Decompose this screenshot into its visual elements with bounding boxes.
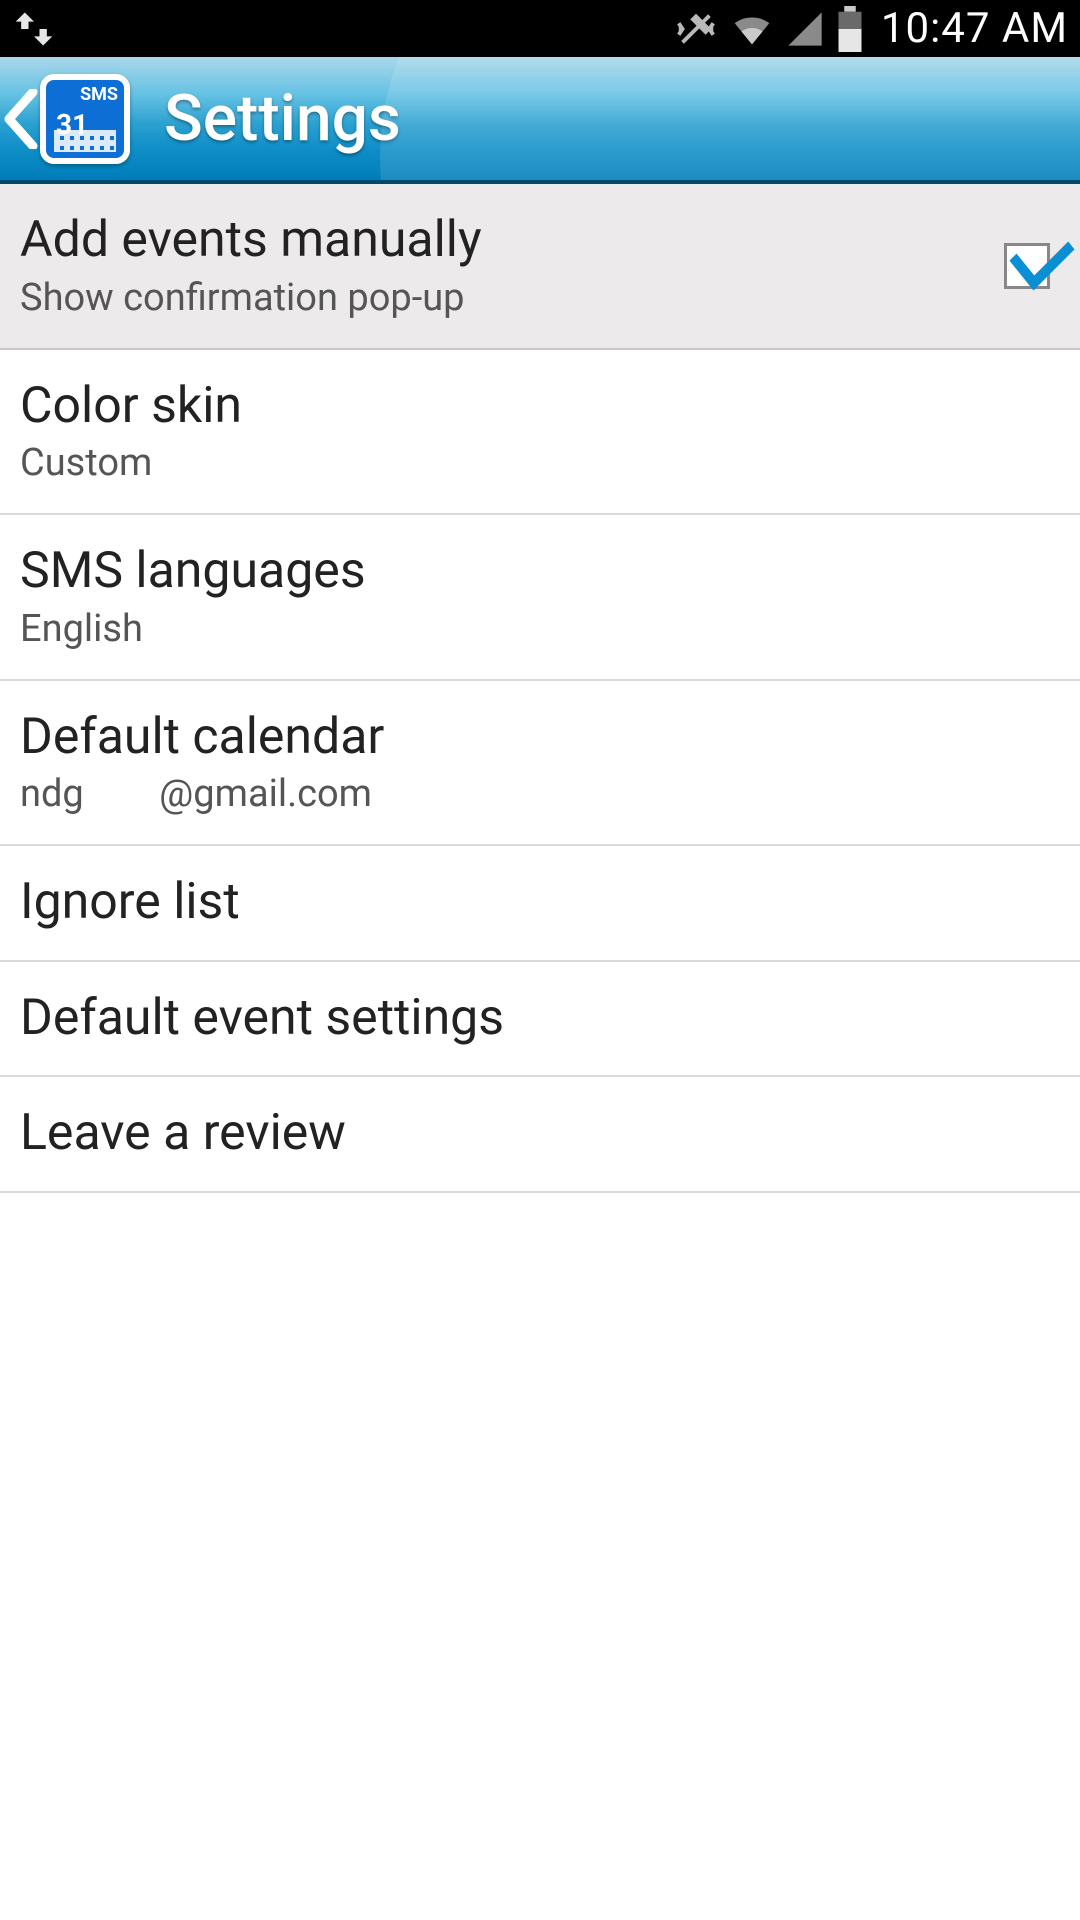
empty-space: [0, 1193, 1080, 1793]
setting-subtitle: ndg @gmail.com: [20, 772, 1060, 816]
setting-title: Ignore list: [20, 874, 1060, 932]
setting-ignore-list[interactable]: Ignore list: [0, 846, 1080, 962]
setting-title: Default calendar: [20, 709, 1060, 767]
back-button[interactable]: SMS31: [0, 57, 164, 180]
setting-color-skin[interactable]: Color skin Custom: [0, 350, 1080, 516]
setting-subtitle: English: [20, 607, 1060, 651]
app-icon: SMS31: [40, 74, 130, 164]
setting-default-calendar[interactable]: Default calendar ndg @gmail.com: [0, 681, 1080, 847]
setting-subtitle: Show confirmation pop-up: [20, 276, 1004, 320]
setting-default-event-settings[interactable]: Default event settings: [0, 962, 1080, 1078]
app-header: SMS31 Settings: [0, 57, 1080, 184]
status-bar: 10:47 AM: [0, 0, 1080, 57]
sync-icon: [12, 7, 56, 51]
chevron-left-icon: [2, 89, 40, 149]
vibrate-icon: [673, 6, 719, 52]
setting-title: Color skin: [20, 378, 1060, 436]
battery-icon: [835, 6, 865, 52]
setting-subtitle: Custom: [20, 441, 1060, 485]
signal-icon: [785, 9, 825, 49]
setting-title: Default event settings: [20, 990, 1060, 1048]
wifi-icon: [729, 6, 775, 52]
page-title: Settings: [164, 81, 401, 156]
setting-sms-languages[interactable]: SMS languages English: [0, 515, 1080, 681]
setting-add-events-manually[interactable]: Add events manually Show confirmation po…: [0, 184, 1080, 350]
setting-leave-review[interactable]: Leave a review: [0, 1077, 1080, 1193]
settings-list: Add events manually Show confirmation po…: [0, 184, 1080, 1193]
setting-title: SMS languages: [20, 543, 1060, 601]
setting-title: Add events manually: [20, 212, 1004, 270]
checkbox-confirmation-popup[interactable]: [1004, 243, 1050, 289]
setting-title: Leave a review: [20, 1105, 1060, 1163]
status-clock: 10:47 AM: [881, 4, 1068, 53]
